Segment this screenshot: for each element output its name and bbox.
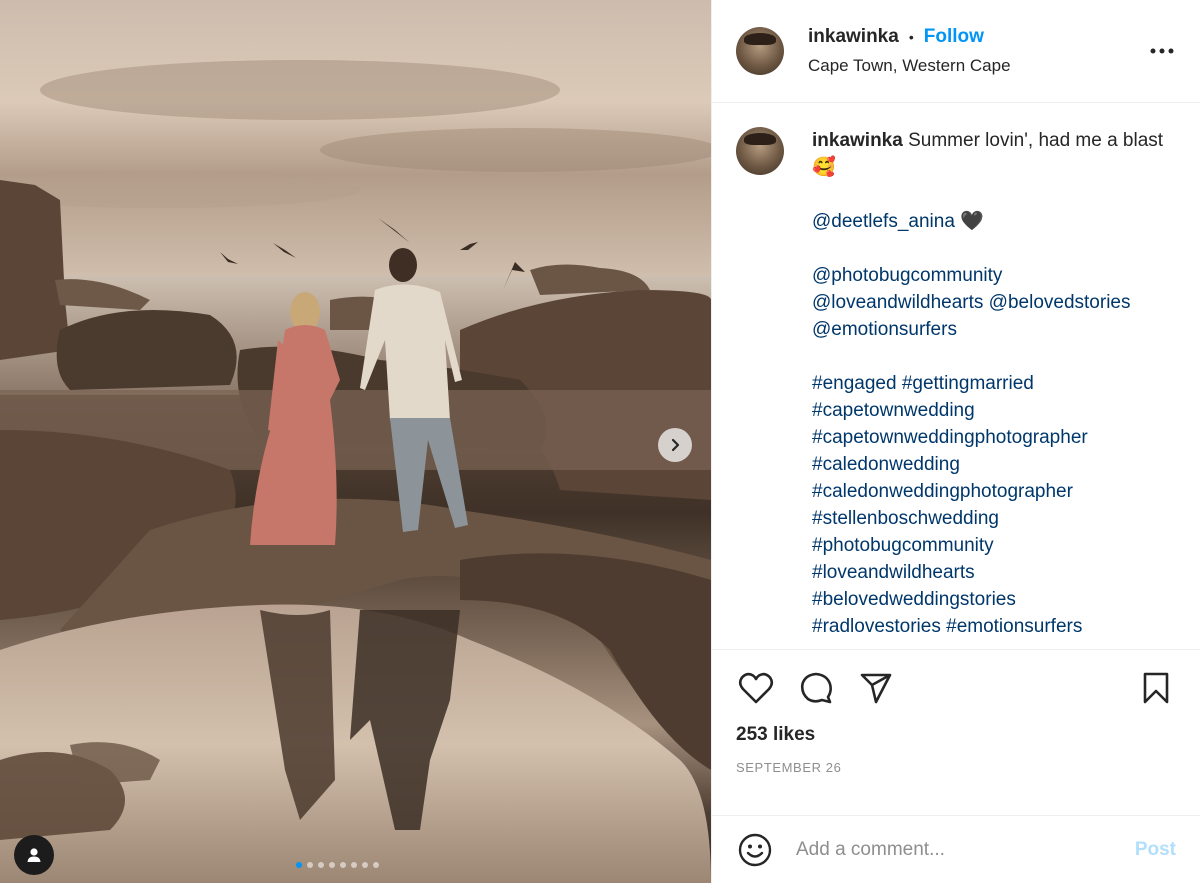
comment-button[interactable] [796,668,836,708]
mention-link[interactable]: @photobugcommunity [812,262,1176,289]
carousel-dot [296,862,302,868]
bookmark-icon [1143,672,1169,704]
like-button[interactable] [736,668,776,708]
caption-avatar[interactable] [736,127,784,175]
likes-count[interactable]: 253 likes [736,724,1176,746]
carousel-dot [351,862,357,868]
hashtag-line: #engaged #gettingmarried [812,370,1176,397]
follow-button[interactable]: Follow [924,26,984,48]
carousel-dot [362,862,368,868]
caption-text: inkawinka Summer lovin', had me a blast … [812,127,1176,649]
user-tag-icon [27,848,41,862]
mention-link[interactable]: @emotionsurfers [812,316,1176,343]
heart-icon [738,672,774,704]
more-options-button[interactable] [1148,37,1176,65]
mention-link[interactable]: @deetlefs_anina [812,211,955,232]
avatar[interactable] [736,27,784,75]
caption-emoji: 🥰 [812,157,836,178]
mention-link[interactable]: @loveandwildhearts [812,292,983,313]
hashtag-link[interactable]: #gettingmarried [902,373,1034,394]
more-horizontal-icon [1150,48,1174,54]
emoji-button[interactable] [736,831,774,869]
hashtag-link[interactable]: #emotionsurfers [946,616,1082,637]
hashtag-link[interactable]: #capetownwedding [812,397,1176,424]
header-text: inkawinka • Follow Cape Town, Western Ca… [808,26,1148,76]
caption-area: inkawinka Summer lovin', had me a blast … [712,103,1200,649]
heart-emoji: 🖤 [960,211,984,232]
beach-photo-scene [0,0,711,883]
comment-icon [800,672,832,704]
post-date[interactable]: SEPTEMBER 26 [736,760,1176,775]
post-actions: 253 likes SEPTEMBER 26 [712,649,1200,775]
caption-message: Summer lovin', had me a blast [908,130,1164,151]
carousel-dot [329,862,335,868]
header-separator: • [908,29,914,45]
post-photo[interactable] [0,0,711,883]
post-dialog: inkawinka • Follow Cape Town, Western Ca… [0,0,1200,883]
carousel-indicator [296,862,379,868]
header-user-line: inkawinka • Follow [808,26,1148,48]
hashtag-line: #radlovestories #emotionsurfers [812,613,1176,640]
caption-username-link[interactable]: inkawinka [812,130,903,151]
comment-bar: Post [712,815,1200,883]
hashtag-link[interactable]: #caledonweddingphotographer [812,478,1176,505]
caption-first-line: inkawinka Summer lovin', had me a blast … [812,127,1176,181]
hashtag-link[interactable]: #stellenboschwedding [812,505,1176,532]
carousel-dot [307,862,313,868]
smiley-icon [738,833,772,866]
action-icons [736,668,1176,708]
mention-link[interactable]: @belovedstories [989,292,1131,313]
comment-input[interactable] [796,838,1135,861]
carousel-next-button[interactable] [658,428,692,462]
hashtag-link[interactable]: #caledonwedding [812,451,1176,478]
hashtag-link[interactable]: #engaged [812,373,897,394]
save-button[interactable] [1136,668,1176,708]
location-link[interactable]: Cape Town, Western Cape [808,56,1148,76]
share-button[interactable] [856,668,896,708]
share-icon [860,673,892,704]
username-link[interactable]: inkawinka [808,26,899,48]
post-info-panel: inkawinka • Follow Cape Town, Western Ca… [711,0,1200,883]
carousel-dot [340,862,346,868]
post-header: inkawinka • Follow Cape Town, Western Ca… [712,0,1200,103]
chevron-right-icon [671,438,680,452]
user-tags-button[interactable] [14,835,54,875]
mention-line: @deetlefs_anina 🖤 [812,208,1176,235]
hashtag-link[interactable]: #loveandwildhearts [812,559,1176,586]
hashtag-link[interactable]: #belovedweddingstories [812,586,1176,613]
hashtag-link[interactable]: #capetownweddingphotographer [812,424,1176,451]
hashtag-link[interactable]: #radlovestories [812,616,941,637]
mention-line: @loveandwildhearts @belovedstories [812,289,1176,316]
carousel-dot [318,862,324,868]
carousel-dot [373,862,379,868]
post-comment-button[interactable]: Post [1135,839,1176,861]
hashtag-link[interactable]: #photobugcommunity [812,532,1176,559]
